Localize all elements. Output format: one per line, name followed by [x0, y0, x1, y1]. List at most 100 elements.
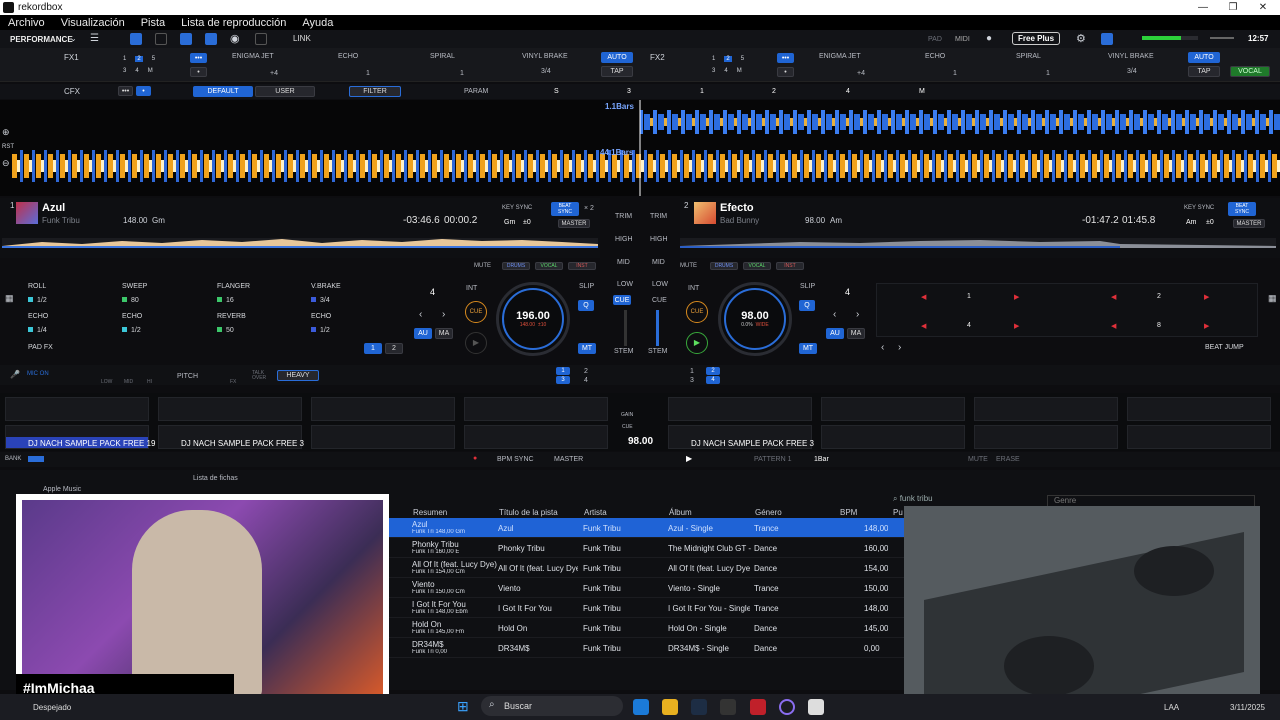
pad1-name[interactable]: ROLL [28, 283, 46, 290]
app-icon[interactable] [720, 699, 736, 715]
fx1-slot2[interactable]: ECHO [338, 53, 358, 60]
fx1-beat-m[interactable]: M [148, 68, 153, 74]
mic-mid-knob[interactable]: MID [124, 379, 133, 385]
col-album[interactable]: Álbum [669, 508, 692, 517]
fx1-beat-2[interactable]: 2 [135, 56, 143, 62]
fx1-tap-button[interactable]: TAP [601, 66, 633, 77]
fx1-beat-4[interactable]: 4 [135, 68, 138, 74]
reset-zoom-button[interactable]: RST [2, 144, 14, 150]
search-input[interactable]: ⌕ funk tribu [893, 494, 1025, 505]
cfx-more-button[interactable]: ••• [118, 86, 133, 96]
deck1-loop-prev-icon[interactable]: ‹ [419, 309, 422, 320]
mixer-trim-2[interactable]: TRIM [650, 213, 667, 220]
fx2-beat-m[interactable]: M [737, 68, 742, 74]
deck1-mini-waveform[interactable] [2, 232, 598, 252]
fx2-slot1[interactable]: ENIGMA JET [819, 53, 861, 60]
deck2-slip-button[interactable]: SLIP [800, 283, 815, 290]
pad-page-1[interactable]: 1 [364, 343, 382, 354]
pad8-name[interactable]: ECHO [311, 313, 331, 320]
steam-icon[interactable] [691, 699, 707, 715]
panel-icon[interactable] [255, 33, 267, 45]
deck2-au-button[interactable]: AU [826, 328, 844, 339]
sampler-slot-loaded[interactable]: DJ NACH SAMPLE PACK FREE 19 [5, 425, 155, 449]
jump-back-icon[interactable]: ◀ [1111, 322, 1116, 330]
table-row[interactable]: Viento Funk Tri 150,00 Cm Viento Funk Tr… [388, 578, 904, 598]
jump-pad-4[interactable]: 4 [967, 322, 971, 329]
heavy-select[interactable]: HEAVY [277, 370, 319, 381]
close-button[interactable]: ✕ [1248, 0, 1278, 15]
zoom-out-icon[interactable]: ⊖ [2, 158, 10, 169]
col-title[interactable]: Título de la pista [499, 508, 558, 517]
deck1-au-button[interactable]: AU [414, 328, 432, 339]
mic-pitch-select[interactable]: PITCH [177, 373, 198, 380]
deck1-int-button[interactable]: INT [466, 285, 477, 292]
fx2-tap-button[interactable]: TAP [1188, 66, 1220, 77]
pad5-name[interactable]: ECHO [28, 313, 48, 320]
deck2-mt-button[interactable]: MT [799, 343, 817, 354]
mixer-low-1[interactable]: LOW [617, 281, 633, 288]
deck1-inst-button[interactable]: INST [568, 262, 596, 270]
fx2-slot3[interactable]: SPIRAL [1016, 53, 1041, 60]
deck1-slip-button[interactable]: SLIP [579, 283, 594, 290]
jump-back-icon[interactable]: ◀ [921, 322, 926, 330]
deck1-vocal-button[interactable]: VOCAL [535, 262, 563, 270]
fx2-beat-1[interactable]: 1 [712, 56, 715, 62]
bpm-sync-button[interactable]: BPM SYNC [497, 456, 534, 463]
cfx-default-button[interactable]: DEFAULT [193, 86, 253, 97]
fx2-slot4[interactable]: VINYL BRAKE [1108, 53, 1154, 60]
deck2-vocal-button[interactable]: VOCAL [743, 262, 771, 270]
sampler2-bank-1[interactable]: 1 [690, 368, 694, 375]
deck1-play-button[interactable]: ▶ [465, 332, 487, 354]
link-button[interactable]: LINK [293, 34, 311, 43]
sampler-bank-2[interactable]: 2 [584, 368, 588, 375]
obs-icon[interactable] [779, 699, 795, 715]
weather-label[interactable]: Despejado [33, 703, 71, 712]
deck1-x2[interactable]: × 2 [584, 205, 594, 212]
sampler-slot[interactable] [1127, 425, 1271, 449]
zoom-in-icon[interactable]: ⊕ [2, 127, 10, 138]
jump-fwd-icon[interactable]: ▶ [1204, 293, 1209, 301]
pad-grid-icon[interactable]: ▦ [5, 293, 14, 304]
table-row[interactable]: All Of It (feat. Lucy Dye) Funk Tri 154,… [388, 558, 904, 578]
col-artist[interactable]: Artista [584, 508, 607, 517]
cfx-filter-button[interactable]: FILTER [349, 86, 401, 97]
sampler-slot[interactable] [158, 397, 302, 421]
info-icon[interactable]: ● [986, 33, 992, 44]
deck1-loop-length[interactable]: 4 [430, 287, 435, 297]
waveform-overview[interactable]: 1.1Bars 44.1Bars RST ⊕ ⊖ [0, 100, 1280, 196]
jump-fwd-icon[interactable]: ▶ [1204, 322, 1209, 330]
chevron-down-icon[interactable]: ⌄ [70, 34, 77, 43]
deck1-ma-button[interactable]: MA [435, 328, 453, 339]
deck1-master-button[interactable]: MASTER [558, 219, 590, 228]
deck1-beat-sync-button[interactable]: BEAT SYNC [551, 202, 579, 216]
settings-gear-icon[interactable]: ⚙ [1076, 32, 1086, 45]
deck2-loop-length[interactable]: 4 [845, 287, 850, 297]
table-row[interactable]: Phonky Tribu Funk Tri 160,00 E Phonky Tr… [388, 538, 904, 558]
pad-page-2[interactable]: 2 [385, 343, 403, 354]
cfx-dot-button[interactable]: • [136, 86, 151, 96]
mixer-stem-1[interactable]: STEM [614, 348, 633, 355]
table-row[interactable]: Azul Funk Tri 148,00 Gm Azul Funk Tribu … [388, 518, 904, 538]
pad4-name[interactable]: V.BRAKE [311, 283, 341, 290]
fx2-dot-button[interactable]: • [777, 67, 794, 77]
deck2-loop-next-icon[interactable]: › [856, 309, 859, 320]
deck2-jog-wheel[interactable]: 98.00 0.0% WIDE [718, 282, 792, 356]
layout-icon[interactable] [130, 33, 142, 45]
mixer-high-2[interactable]: HIGH [650, 236, 668, 243]
mic-hi-knob[interactable]: HI [147, 379, 152, 385]
jump-pad-1[interactable]: 1 [967, 293, 971, 300]
view-icon[interactable] [155, 33, 167, 45]
fx2-more-button[interactable]: ••• [777, 53, 794, 63]
jump-back-icon[interactable]: ◀ [1111, 293, 1116, 301]
mic-on-button[interactable]: MIC ON [27, 371, 49, 377]
fx2-beat-5[interactable]: 5 [741, 56, 744, 62]
deck2-loop-prev-icon[interactable]: ‹ [833, 309, 836, 320]
deck1-drums-button[interactable]: DRUMS [502, 262, 530, 270]
pad-prev-icon[interactable]: ‹ [881, 342, 884, 353]
track-list-tab[interactable]: Lista de fichas [193, 475, 238, 482]
pad-label[interactable]: PAD [928, 36, 942, 43]
mode-select[interactable]: PERFORMANCE [10, 35, 73, 44]
edge-icon[interactable] [633, 699, 649, 715]
sequencer-play-icon[interactable]: ▶ [686, 454, 692, 463]
fx2-beat-2[interactable]: 2 [724, 56, 732, 62]
